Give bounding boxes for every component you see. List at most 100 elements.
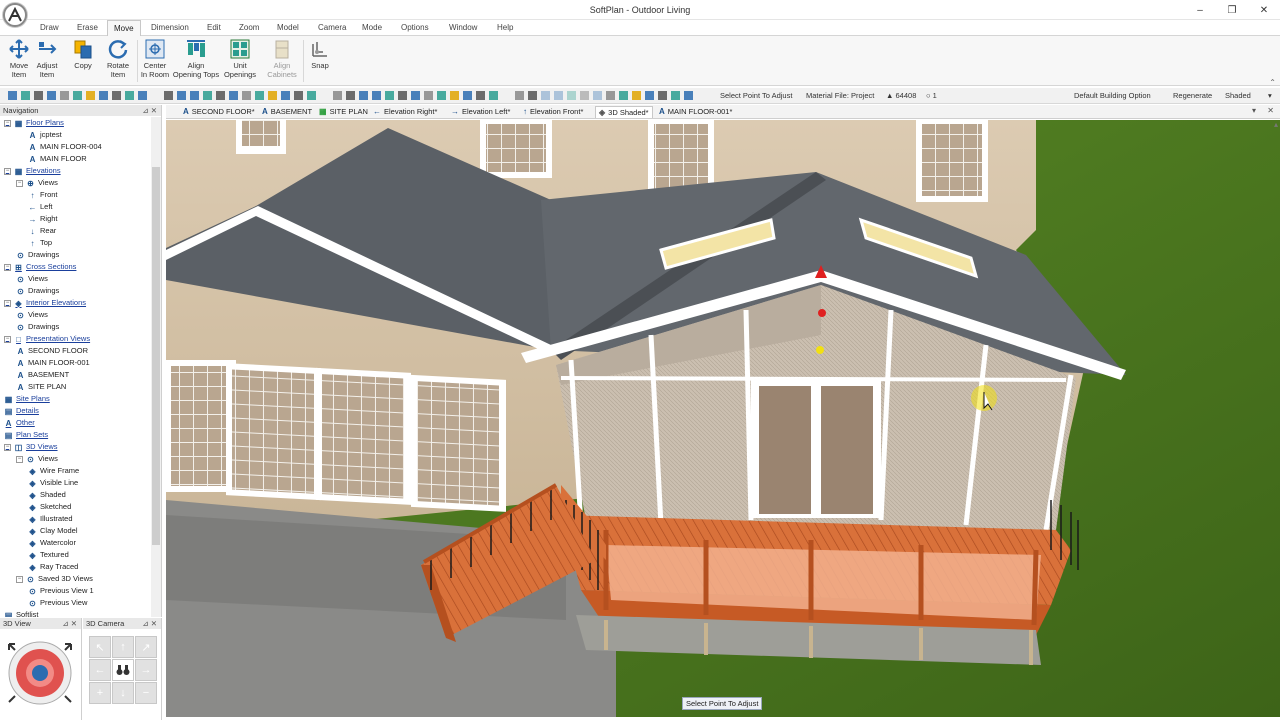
toolbar-tool-icon[interactable] <box>437 91 446 100</box>
collapse-toggle-icon[interactable]: − <box>4 119 11 127</box>
tree-item[interactable]: ↓ Rear <box>28 225 57 237</box>
toolbar-tool-icon[interactable] <box>450 91 459 100</box>
menu-help[interactable]: Help <box>497 23 513 32</box>
tree-item[interactable]: A Other <box>4 417 35 429</box>
tree-item[interactable]: ⊙ Drawings <box>16 321 59 333</box>
menu-erase[interactable]: Erase <box>77 23 98 32</box>
toolbar-tool-icon[interactable] <box>125 91 134 100</box>
tree-item[interactable]: − ⊞ Cross Sections <box>4 261 76 273</box>
tab-list-icon[interactable]: ▾ <box>1252 106 1256 115</box>
toolbar-tool-icon[interactable] <box>138 91 147 100</box>
toolbar-tool-icon[interactable] <box>164 91 173 100</box>
tree-item[interactable]: A MAIN FLOOR <box>28 153 87 165</box>
menu-edit[interactable]: Edit <box>207 23 221 32</box>
camera-back-button[interactable]: ↓ <box>112 682 134 704</box>
toolbar-tool-icon[interactable] <box>307 91 316 100</box>
tree-item[interactable]: ▦ Site Plans <box>4 393 50 405</box>
zoom-out-button[interactable]: − <box>135 682 157 704</box>
camera-forward-button[interactable]: ↑ <box>112 636 134 658</box>
unit-openings-button[interactable]: Unit Openings <box>222 38 258 84</box>
tree-item[interactable]: ◈ Illustrated <box>28 513 72 525</box>
toolbar-tool-icon[interactable] <box>34 91 43 100</box>
toolbar-tool-icon[interactable] <box>255 91 264 100</box>
minimize-button[interactable]: – <box>1184 0 1216 20</box>
align-cabinets-button[interactable]: Align Cabinets <box>264 38 300 84</box>
collapse-toggle-icon[interactable]: − <box>4 443 11 451</box>
tree-item[interactable]: − ⊕ Views <box>16 177 58 189</box>
tree-item[interactable]: ⊙ Previous View <box>28 597 87 609</box>
toolbar-tool-icon[interactable] <box>86 91 95 100</box>
toolbar-tool-icon[interactable] <box>99 91 108 100</box>
tab-second-floor[interactable]: A SECOND FLOOR* <box>180 106 258 118</box>
collapse-ribbon-icon[interactable]: ⌃ <box>1269 78 1276 87</box>
tree-item[interactable]: ⊙ Views <box>16 273 48 285</box>
tree-item[interactable]: ⊙ Views <box>16 309 48 321</box>
pane-pin-close-icon[interactable]: ⊿ ✕ <box>62 618 77 629</box>
tree-item[interactable]: ↑ Front <box>28 189 58 201</box>
close-button[interactable]: ✕ <box>1248 0 1280 20</box>
toolbar-tool-icon[interactable] <box>463 91 472 100</box>
copy-button[interactable]: Copy <box>69 38 97 84</box>
toolbar-tool-icon[interactable] <box>346 91 355 100</box>
camera-left-button[interactable]: ← <box>89 659 111 681</box>
tab-elevation-front[interactable]: ↑ Elevation Front* <box>520 106 586 118</box>
menu-dimension[interactable]: Dimension <box>151 23 189 32</box>
camera-right-button[interactable]: → <box>135 659 157 681</box>
toolbar-tool-icon[interactable] <box>619 91 628 100</box>
tree-item[interactable]: ▤ Plan Sets <box>4 429 48 441</box>
pane-pin-close-icon[interactable]: ⊿ ✕ <box>142 618 157 629</box>
toolbar-tool-icon[interactable] <box>658 91 667 100</box>
toolbar-tool-icon[interactable] <box>645 91 654 100</box>
tab-3d-shaded[interactable]: ◈ 3D Shaded* <box>595 106 653 118</box>
tree-item[interactable]: ↑ Top <box>28 237 53 249</box>
tree-item[interactable]: − ◫ 3D Views <box>4 441 58 453</box>
toolbar-icons[interactable] <box>0 88 700 104</box>
menu-mode[interactable]: Mode <box>362 23 382 32</box>
tab-elevation-left[interactable]: → Elevation Left* <box>448 106 513 118</box>
tree-item[interactable]: ◈ Watercolor <box>28 537 76 549</box>
toolbar-tool-icon[interactable] <box>606 91 615 100</box>
zoom-in-button[interactable]: + <box>89 682 111 704</box>
toolbar-tool-icon[interactable] <box>476 91 485 100</box>
binoculars-icon[interactable] <box>112 659 134 681</box>
tree-item[interactable]: ⊙ Drawings <box>16 285 59 297</box>
toolbar-tool-icon[interactable] <box>359 91 368 100</box>
toolbar-tool-icon[interactable] <box>242 91 251 100</box>
menu-model[interactable]: Model <box>277 23 299 32</box>
toolbar-tool-icon[interactable] <box>203 91 212 100</box>
chevron-down-icon[interactable]: ▾ <box>1268 91 1272 100</box>
toolbar-tool-icon[interactable] <box>229 91 238 100</box>
orbit-control[interactable] <box>5 638 75 708</box>
adjust-item-button[interactable]: Adjust Item <box>33 38 61 84</box>
close-tab-icon[interactable]: ✕ <box>1267 106 1274 115</box>
tree-item[interactable]: − ▦ Elevations <box>4 165 61 177</box>
toolbar-tool-icon[interactable] <box>398 91 407 100</box>
toolbar-tool-icon[interactable] <box>424 91 433 100</box>
menu-camera[interactable]: Camera <box>318 23 346 32</box>
toolbar-tool-icon[interactable] <box>281 91 290 100</box>
tree-item[interactable]: A BASEMENT <box>16 369 70 381</box>
3d-viewport[interactable] <box>166 120 1280 717</box>
move-item-button[interactable]: Move Item <box>4 38 34 84</box>
align-opening-tops-button[interactable]: Align Opening Tops <box>172 38 220 84</box>
toolbar-tool-icon[interactable] <box>333 91 342 100</box>
toolbar-tool-icon[interactable] <box>684 91 693 100</box>
toolbar-tool-icon[interactable] <box>268 91 277 100</box>
viewport-scroll-up-icon[interactable]: ▴ <box>1274 120 1278 129</box>
tree-item[interactable]: ◈ Clay Model <box>28 525 77 537</box>
scrollbar-thumb[interactable] <box>152 167 160 545</box>
tree-item[interactable]: ◈ Sketched <box>28 501 71 513</box>
tree-item[interactable]: ◈ Textured <box>28 549 68 561</box>
tree-item[interactable]: ▤ Softlist <box>4 609 39 617</box>
tree-item[interactable]: − ⊙ Saved 3D Views <box>16 573 93 585</box>
tree-item[interactable]: ▤ Details <box>4 405 39 417</box>
collapse-toggle-icon[interactable]: − <box>16 575 23 583</box>
tree-item[interactable]: A SITE PLAN <box>16 381 67 393</box>
tree-item[interactable]: ⊙ Previous View 1 <box>28 585 94 597</box>
render-mode-select[interactable]: Shaded <box>1225 91 1251 100</box>
toolbar-tool-icon[interactable] <box>73 91 82 100</box>
tree-item[interactable]: ◈ Shaded <box>28 489 65 501</box>
toolbar-tool-icon[interactable] <box>8 91 17 100</box>
collapse-toggle-icon[interactable]: − <box>16 179 23 187</box>
tab-site-plan[interactable]: ▦ SITE PLAN <box>316 106 371 118</box>
